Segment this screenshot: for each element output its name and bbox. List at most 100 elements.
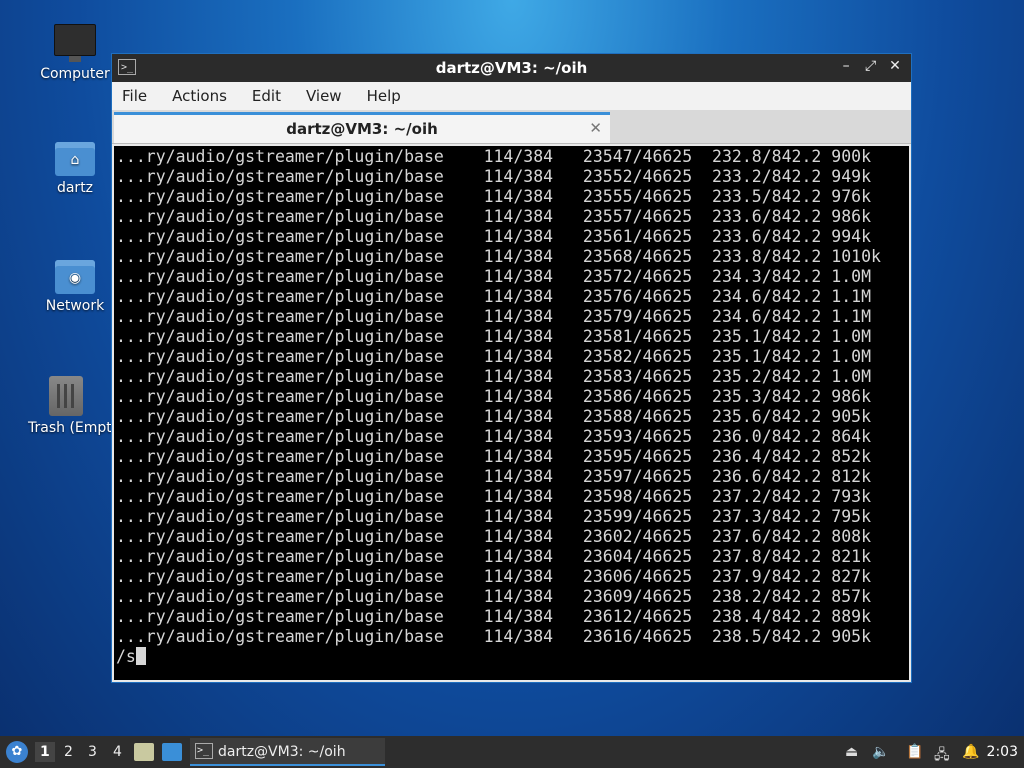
file-manager-icon[interactable] (134, 743, 154, 761)
menubar: File Actions Edit View Help (112, 82, 911, 110)
network-icon[interactable]: 🖧 (934, 744, 950, 768)
workspace-4[interactable]: 4 (113, 744, 122, 760)
terminal-cell-mb: 237.3/842.2 (712, 507, 832, 526)
terminal-cell-rate: 795k (831, 507, 872, 526)
terminal-cell-pkgs: 114/384 (483, 607, 583, 626)
terminal-cell-mb: 234.6/842.2 (712, 307, 832, 326)
taskbar-terminal-button[interactable]: >_ dartz@VM3: ~/oih (190, 738, 385, 766)
terminal-cell-rate: 889k (831, 607, 872, 626)
terminal-cell-mb: 233.6/842.2 (712, 207, 832, 226)
computer-icon (54, 24, 96, 62)
minimize-icon[interactable]: – (836, 58, 856, 74)
notification-icon[interactable]: 🔔 (962, 744, 979, 760)
terminal-cell-mb: 233.5/842.2 (712, 187, 832, 206)
terminal-tab[interactable]: dartz@VM3: ~/oih ✕ (114, 112, 610, 143)
terminal-cell-rate: 1.0M (831, 347, 872, 366)
network-folder-icon: ◉ (55, 260, 95, 294)
start-menu-icon[interactable]: ✿ (6, 741, 28, 763)
menu-help[interactable]: Help (367, 87, 401, 105)
terminal-cell-path: ...ry/audio/gstreamer/plugin/base (116, 407, 484, 426)
desktop-icon-trash[interactable]: Trash (Empty) (20, 376, 111, 436)
terminal-cell-mb: 233.2/842.2 (712, 167, 832, 186)
menu-file[interactable]: File (122, 87, 147, 105)
terminal-line: ...ry/audio/gstreamer/plugin/base 114/38… (116, 487, 909, 507)
terminal-cell-pkgs: 114/384 (483, 507, 583, 526)
terminal-cell-rate: 852k (831, 447, 872, 466)
terminal-cell-path: ...ry/audio/gstreamer/plugin/base (116, 547, 484, 566)
terminal-cell-mb: 233.6/842.2 (712, 227, 832, 246)
terminal-cell-mb: 237.2/842.2 (712, 487, 832, 506)
terminal-line: ...ry/audio/gstreamer/plugin/base 114/38… (116, 527, 909, 547)
tabbar: dartz@VM3: ~/oih ✕ (112, 110, 911, 144)
terminal-cell-rate: 1.0M (831, 267, 872, 286)
close-icon[interactable]: ✕ (885, 58, 905, 74)
terminal-cell-mb: 235.1/842.2 (712, 327, 832, 346)
terminal-line: ...ry/audio/gstreamer/plugin/base 114/38… (116, 567, 909, 587)
workspace-3[interactable]: 3 (88, 744, 97, 760)
terminal-cell-pkgs: 114/384 (483, 487, 583, 506)
terminal-cell-files: 23602/46625 (582, 527, 713, 546)
terminal-cell-path: ...ry/audio/gstreamer/plugin/base (116, 387, 484, 406)
terminal-cell-path: ...ry/audio/gstreamer/plugin/base (116, 587, 484, 606)
terminal-cell-files: 23599/46625 (582, 507, 713, 526)
terminal-cell-rate: 976k (831, 187, 872, 206)
workspace-1[interactable]: 1 (35, 742, 55, 762)
menu-edit[interactable]: Edit (252, 87, 281, 105)
window-titlebar[interactable]: >_ dartz@VM3: ~/oih – ⤢ ✕ (112, 54, 911, 82)
terminal-cell-mb: 236.0/842.2 (712, 427, 832, 446)
trash-icon (48, 376, 83, 416)
terminal-cell-pkgs: 114/384 (483, 407, 583, 426)
text-cursor (135, 647, 146, 665)
task-label: dartz@VM3: ~/oih (218, 744, 346, 760)
terminal-cell-rate: 821k (831, 547, 872, 566)
terminal-line: ...ry/audio/gstreamer/plugin/base 114/38… (116, 247, 909, 267)
terminal-cell-rate: 812k (831, 467, 872, 486)
terminal-cell-rate: 1.1M (831, 287, 872, 306)
terminal-line: ...ry/audio/gstreamer/plugin/base 114/38… (116, 287, 909, 307)
terminal-cell-path: ...ry/audio/gstreamer/plugin/base (116, 507, 484, 526)
terminal-cell-mb: 235.1/842.2 (712, 347, 832, 366)
terminal-cell-mb: 237.8/842.2 (712, 547, 832, 566)
terminal-line: ...ry/audio/gstreamer/plugin/base 114/38… (116, 227, 909, 247)
terminal-cell-files: 23588/46625 (582, 407, 713, 426)
terminal-cell-rate: 1.0M (831, 327, 872, 346)
terminal-cell-files: 23609/46625 (582, 587, 713, 606)
terminal-cell-pkgs: 114/384 (483, 627, 583, 646)
terminal-cell-rate: 827k (831, 567, 872, 586)
terminal-line: ...ry/audio/gstreamer/plugin/base 114/38… (116, 627, 909, 647)
terminal-cell-pkgs: 114/384 (483, 387, 583, 406)
terminal-cell-rate: 949k (831, 167, 872, 186)
home-folder-icon: ⌂ (55, 142, 95, 176)
search-prompt-input[interactable]: /s (116, 647, 136, 666)
terminal-cell-files: 23612/46625 (582, 607, 713, 626)
tab-close-icon[interactable]: ✕ (589, 119, 602, 137)
terminal-cell-files: 23583/46625 (582, 367, 713, 386)
terminal-cell-pkgs: 114/384 (483, 167, 583, 186)
terminal-prompt-line[interactable]: /s (116, 647, 909, 667)
terminal-line: ...ry/audio/gstreamer/plugin/base 114/38… (116, 347, 909, 367)
terminal-cell-mb: 238.5/842.2 (712, 627, 832, 646)
terminal-cell-rate: 857k (831, 587, 872, 606)
terminal-cell-files: 23598/46625 (582, 487, 713, 506)
terminal-line: ...ry/audio/gstreamer/plugin/base 114/38… (116, 587, 909, 607)
terminal-cell-path: ...ry/audio/gstreamer/plugin/base (116, 267, 484, 286)
tab-label: dartz@VM3: ~/oih (286, 120, 438, 138)
terminal-cell-pkgs: 114/384 (483, 367, 583, 386)
terminal-cell-pkgs: 114/384 (483, 307, 583, 326)
terminal-cell-path: ...ry/audio/gstreamer/plugin/base (116, 287, 484, 306)
maximize-icon[interactable]: ⤢ (861, 58, 881, 74)
terminal-line: ...ry/audio/gstreamer/plugin/base 114/38… (116, 147, 909, 167)
window-title: dartz@VM3: ~/oih (435, 59, 588, 77)
clipboard-icon[interactable]: 📋 (906, 744, 923, 760)
show-desktop-icon[interactable] (162, 743, 182, 761)
terminal-cell-mb: 237.9/842.2 (712, 567, 832, 586)
terminal-output[interactable]: ...ry/audio/gstreamer/plugin/base 114/38… (114, 146, 909, 680)
terminal-cell-pkgs: 114/384 (483, 227, 583, 246)
menu-actions[interactable]: Actions (172, 87, 227, 105)
menu-view[interactable]: View (306, 87, 342, 105)
volume-icon[interactable]: 🔈 (872, 744, 889, 760)
desktop-icon-label: Trash (Empty) (28, 420, 111, 436)
workspace-2[interactable]: 2 (64, 744, 73, 760)
eject-icon[interactable]: ⏏ (845, 744, 858, 760)
terminal-line: ...ry/audio/gstreamer/plugin/base 114/38… (116, 547, 909, 567)
